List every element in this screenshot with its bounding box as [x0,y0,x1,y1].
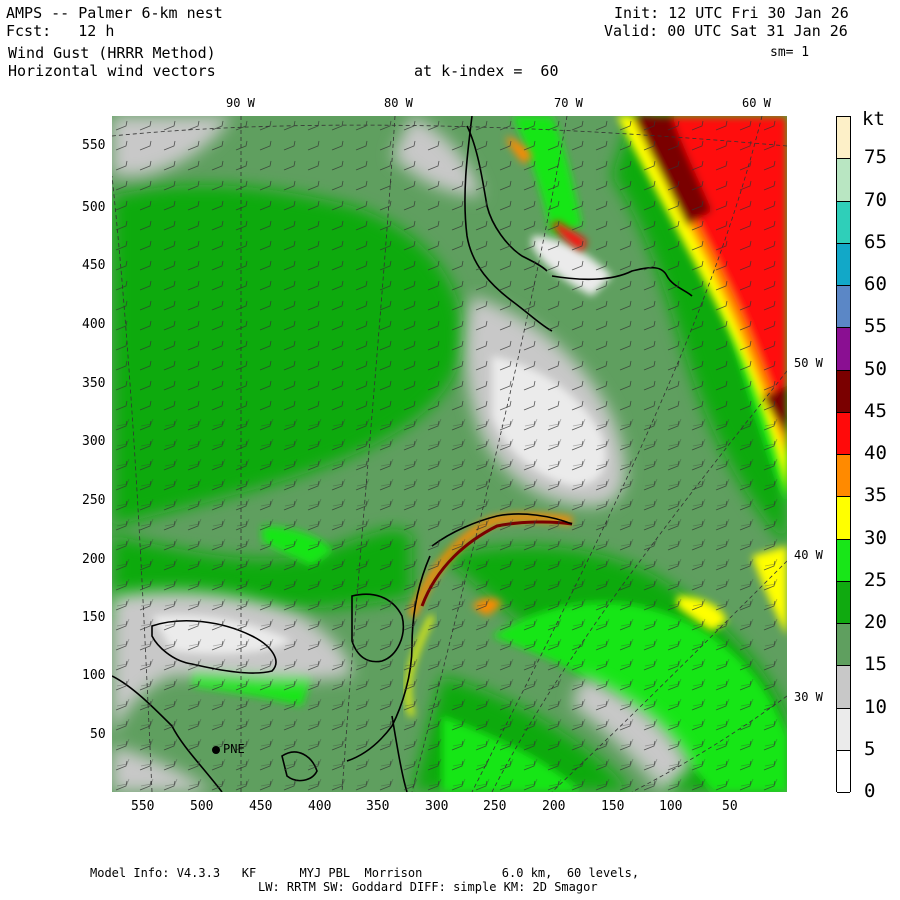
colorbar-swatch [837,708,850,751]
model-info-line1: Model Info: V4.3.3 KF MYJ PBL Morrison 6… [90,866,640,880]
x-tick-label: 100 [659,799,683,814]
colorbar-tick-label: 10 [864,695,887,718]
x-tick-label: 150 [601,799,625,814]
colorbar-unit: kt [862,108,885,130]
y-tick-label: 450 [82,258,106,273]
lon-label-60w: 60 W [742,96,771,110]
station-label: PNE [223,742,245,756]
x-tick-label: 250 [483,799,507,814]
colorbar-swatch [837,624,850,667]
colorbar-tick-label: 65 [864,230,887,253]
colorbar-swatch [837,455,850,498]
colorbar-tick-label: 30 [864,526,887,549]
y-tick-label: 500 [82,200,106,215]
x-tick-label: 300 [425,799,449,814]
valid-time: Valid: 00 UTC Sat 31 Jan 26 [604,22,848,40]
lon-label-40w: 40 W [794,548,823,562]
field-name: Wind Gust (HRRR Method) [8,44,216,62]
colorbar-swatch [837,117,850,160]
colorbar-swatch [837,666,850,709]
smoothing-label: sm= 1 [770,45,810,60]
colorbar-swatch [837,539,850,582]
colorbar-swatch [837,286,850,329]
station-marker [212,746,220,754]
wind-vectors-secondary [112,416,787,792]
colorbar [836,116,851,793]
colorbar-swatch [837,497,850,540]
lon-label-70w: 70 W [554,96,583,110]
y-tick-label: 400 [82,317,106,332]
y-tick-label: 100 [82,668,106,683]
lon-label-80w: 80 W [384,96,413,110]
x-tick-label: 500 [190,799,214,814]
colorbar-tick-label: 0 [864,780,876,802]
colorbar-tick-label: 5 [864,737,876,760]
lon-label-90w: 90 W [226,96,255,110]
level-index: at k-index = 60 [414,62,559,80]
x-tick-label: 550 [131,799,155,814]
x-tick-label: 450 [249,799,273,814]
colorbar-tick-label: 45 [864,399,887,422]
colorbar-swatch [837,328,850,371]
y-tick-label: 350 [82,376,106,391]
colorbar-tick-label: 40 [864,442,887,464]
colorbar-swatch [837,201,850,244]
model-info-line2: LW: RRTM SW: Goddard DIFF: simple KM: 2D… [258,880,598,894]
colorbar-tick-label: 35 [864,484,887,507]
y-tick-label: 550 [82,138,106,153]
colorbar-tick-label: 55 [864,315,887,338]
colorbar-swatch [837,370,850,413]
lon-label-30w: 30 W [794,690,823,704]
colorbar-swatch [837,412,850,455]
y-tick-label: 300 [82,434,106,449]
vector-description: Horizontal wind vectors [8,62,216,80]
x-tick-label: 350 [366,799,390,814]
init-time: Init: 12 UTC Fri 30 Jan 26 [614,4,849,22]
map-canvas [112,116,787,792]
y-tick-label: 150 [82,610,106,625]
y-tick-label: 250 [82,493,106,508]
colorbar-tick-label: 15 [864,653,887,676]
x-tick-label: 200 [542,799,566,814]
colorbar-swatch [837,159,850,202]
wind-gust-map: PNE [112,116,787,792]
colorbar-swatch [837,581,850,624]
colorbar-tick-label: 75 [864,146,887,169]
colorbar-tick-label: 60 [864,273,887,295]
y-tick-label: 200 [82,552,106,567]
colorbar-tick-label: 50 [864,357,887,380]
y-tick-label: 50 [90,727,106,742]
colorbar-tick-label: 20 [864,611,887,633]
colorbar-tick-label: 70 [864,188,887,211]
x-tick-label: 400 [308,799,332,814]
map-title: AMPS -- Palmer 6-km nest [6,4,223,22]
colorbar-swatch [837,243,850,286]
colorbar-swatch [837,750,850,793]
x-tick-label: 50 [722,799,738,814]
lon-label-50w: 50 W [794,356,823,370]
colorbar-tick-label: 25 [864,568,887,591]
forecast-hour: Fcst: 12 h [6,22,115,40]
